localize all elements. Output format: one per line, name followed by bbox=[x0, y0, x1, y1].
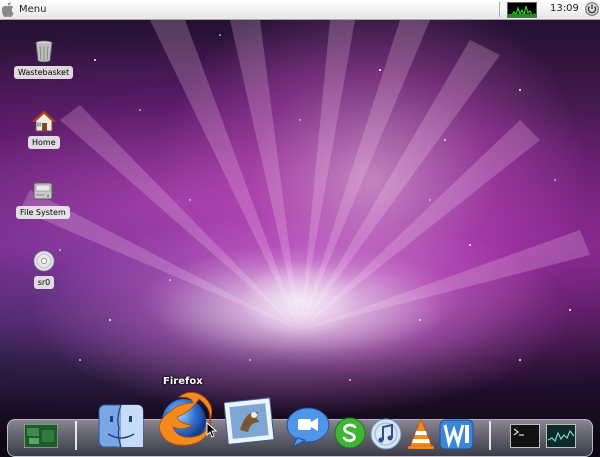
dock-writer[interactable] bbox=[439, 417, 475, 454]
desktop-icon-label: Wastebasket bbox=[14, 66, 74, 79]
dock-mail[interactable] bbox=[223, 396, 276, 450]
home-icon bbox=[31, 110, 56, 132]
dock-terminal[interactable] bbox=[510, 424, 540, 452]
dock-tooltip: Firefox bbox=[163, 376, 203, 387]
firefox-icon bbox=[158, 392, 213, 446]
desktop-icon-home[interactable]: Home bbox=[28, 108, 60, 149]
dock-separator bbox=[75, 421, 77, 450]
desktop-icon-sr0[interactable]: sr0 bbox=[31, 248, 57, 289]
system-monitor-applet[interactable] bbox=[507, 2, 537, 18]
writer-icon bbox=[439, 419, 474, 450]
dock-vlc[interactable] bbox=[405, 417, 437, 454]
panel-separator bbox=[499, 2, 500, 17]
applications-menu-button[interactable]: Menu bbox=[2, 0, 46, 19]
terminal-icon bbox=[510, 424, 540, 448]
vlc-icon bbox=[407, 417, 435, 450]
desktop-icon-file-system[interactable]: File System bbox=[16, 178, 70, 219]
ichat-icon bbox=[286, 407, 330, 449]
file-system-icon bbox=[33, 182, 53, 200]
desktop-icon-wastebasket[interactable]: Wastebasket bbox=[14, 38, 74, 79]
itunes-icon bbox=[370, 418, 402, 450]
desktop-preview-icon bbox=[23, 423, 59, 449]
desktop-wallpaper bbox=[0, 0, 600, 450]
dock-desktop-preview[interactable] bbox=[23, 423, 59, 452]
desktop-icon-label: File System bbox=[16, 206, 70, 219]
wastebasket-icon bbox=[35, 40, 52, 63]
clock[interactable]: 13:09 bbox=[550, 3, 579, 14]
apple-icon bbox=[2, 2, 14, 17]
dock-skype[interactable] bbox=[334, 417, 366, 453]
finder-icon bbox=[98, 404, 144, 448]
mail-icon bbox=[223, 397, 275, 445]
power-icon[interactable] bbox=[585, 2, 599, 16]
skype-icon bbox=[334, 417, 366, 449]
cd-drive-icon bbox=[33, 250, 55, 272]
dock-finder[interactable] bbox=[98, 404, 144, 452]
desktop-icon-label: Home bbox=[28, 136, 60, 149]
dock-separator bbox=[489, 421, 491, 450]
mouse-cursor bbox=[206, 422, 217, 438]
desktop-icon-label: sr0 bbox=[33, 276, 55, 289]
dock-system-monitor[interactable] bbox=[546, 424, 576, 452]
system-monitor-icon bbox=[546, 424, 576, 448]
top-panel: Menu 13:09 bbox=[0, 0, 600, 20]
dock-itunes[interactable] bbox=[369, 418, 403, 454]
aurora-rays bbox=[20, 20, 590, 381]
dock-ichat[interactable] bbox=[285, 406, 331, 452]
menu-label: Menu bbox=[19, 4, 47, 15]
